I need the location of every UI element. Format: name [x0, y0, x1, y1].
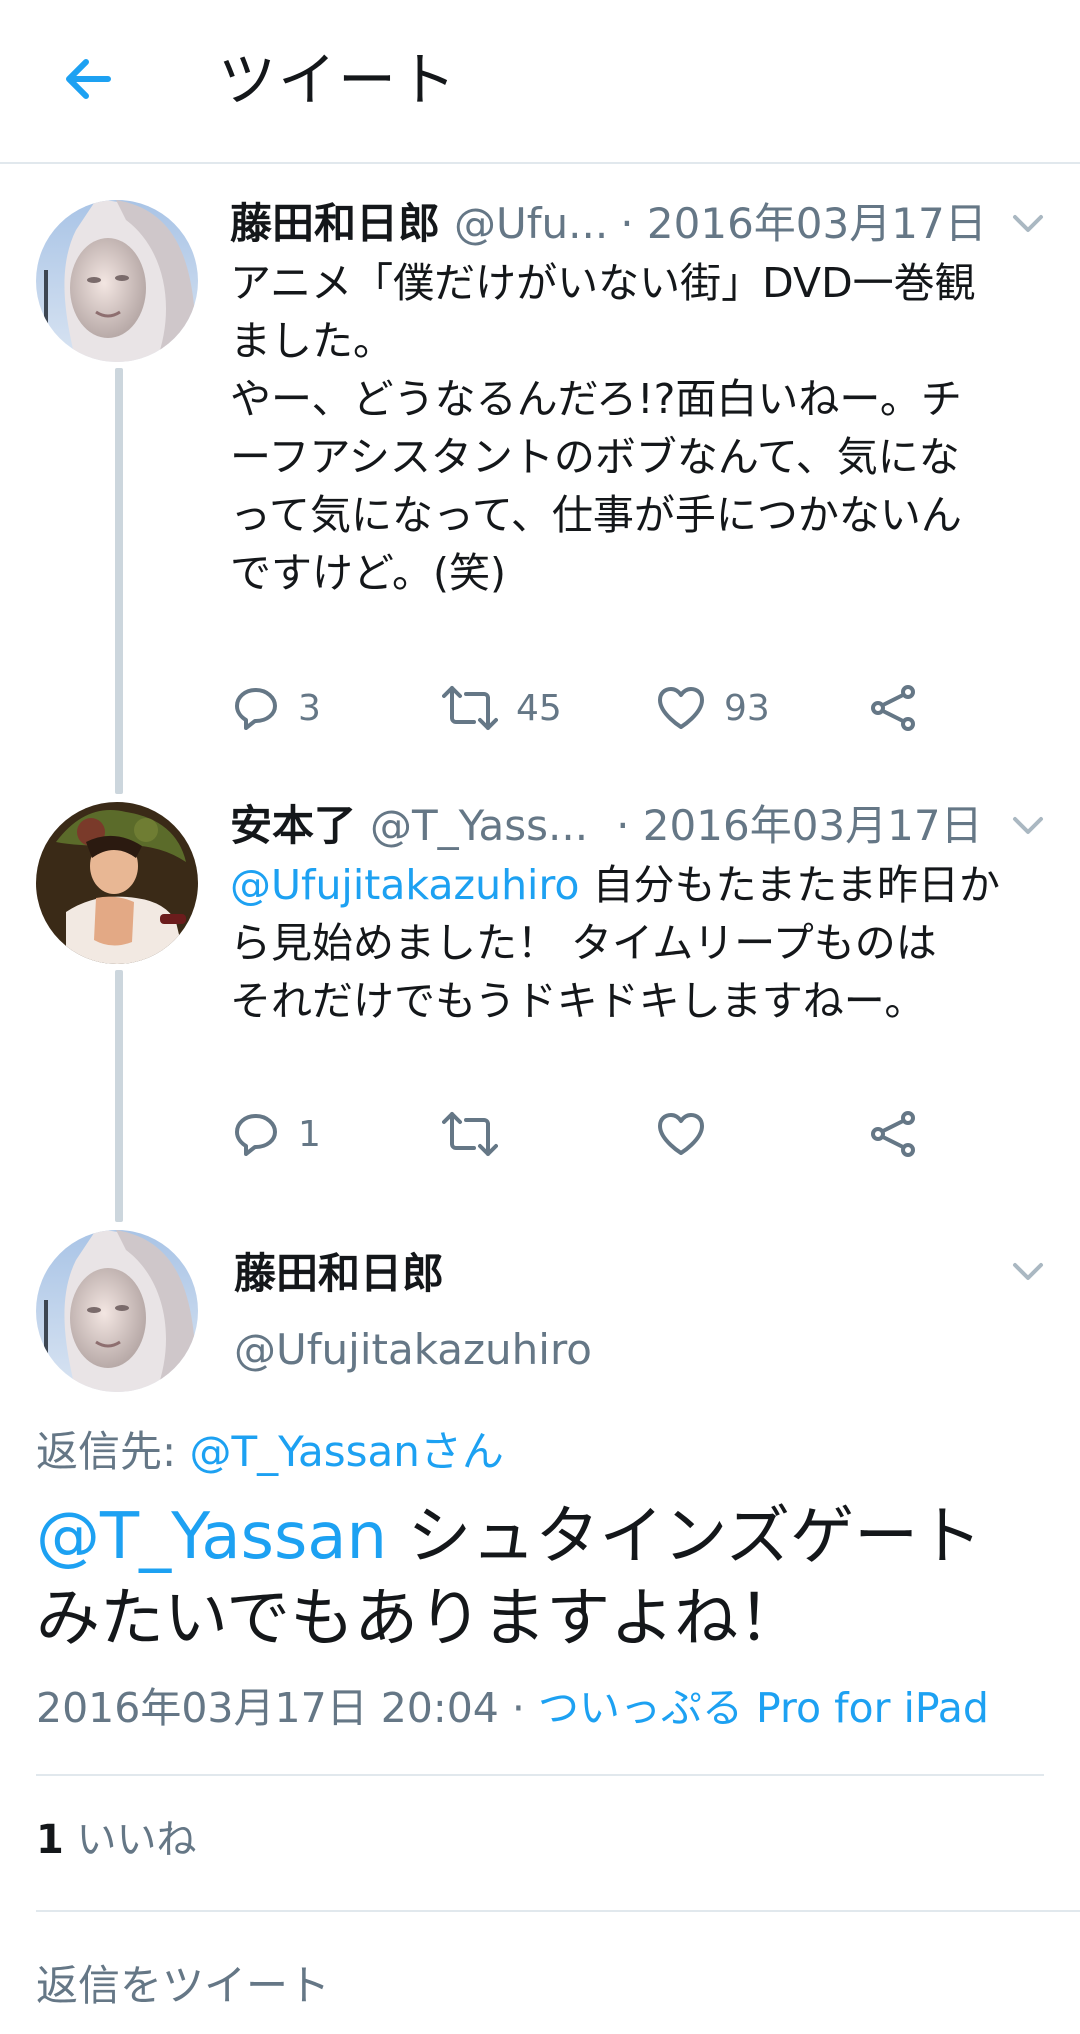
- tweet-line-text: 自分もたまたま昨日か: [579, 861, 1001, 909]
- tweet-line: @T_Yassan シュタインズゲート: [36, 1496, 1036, 1578]
- mention-link[interactable]: @Ufujitakazuhiro: [230, 861, 579, 909]
- chevron-down-icon[interactable]: [1004, 802, 1052, 850]
- retweet-icon: [442, 1112, 498, 1156]
- avatar[interactable]: [36, 802, 198, 964]
- heart-icon: [658, 687, 704, 729]
- reply-icon: [235, 688, 277, 730]
- author-name[interactable]: 安本了: [230, 798, 356, 854]
- reply-button[interactable]: 3: [232, 678, 321, 738]
- tweet-line: @Ufujitakazuhiro 自分もたまたま昨日か: [230, 856, 1040, 914]
- author-handle[interactable]: @Ufujitakazuhiro: [234, 1322, 592, 1378]
- reply-to-label: 返信先:: [36, 1427, 190, 1476]
- tweet-timestamp: 2016年03月17日 20:04 ·: [36, 1684, 538, 1732]
- share-icon: [871, 685, 915, 731]
- author-name[interactable]: 藤田和日郎: [234, 1246, 444, 1302]
- tweet-text: @Ufujitakazuhiro 自分もたまたま昨日か ら見始めました！ タイム…: [230, 856, 1040, 1030]
- reply-button[interactable]: 1: [232, 1104, 321, 1164]
- share-icon: [871, 1111, 915, 1157]
- retweet-button[interactable]: [442, 1104, 516, 1164]
- retweet-count: 45: [516, 687, 562, 729]
- share-button[interactable]: [868, 678, 918, 738]
- reply-icon: [235, 1114, 277, 1156]
- heart-icon: [658, 1113, 704, 1155]
- likes-summary[interactable]: 1 いいね: [36, 1812, 197, 1868]
- tweet-line: それだけでもうドキドキしますねー。: [230, 977, 926, 1025]
- likes-count: 1: [36, 1817, 64, 1863]
- tweet-line: ら見始めました！ タイムリープものは: [230, 919, 937, 967]
- tweet-header: 安本了 @T_Yass... · 2016年03月17日: [230, 798, 983, 854]
- author-handle[interactable]: @Ufu...: [454, 196, 608, 252]
- tweet-line: やー、どうなるんだろ!?面白いねー。チ: [230, 375, 962, 423]
- avatar[interactable]: [36, 1230, 198, 1392]
- thread-connector-line: [115, 970, 123, 1222]
- mention-link[interactable]: @T_Yassan: [36, 1500, 387, 1574]
- tweet-line: ですけど。(笑): [230, 549, 506, 597]
- main-tweet-text: @T_Yassan シュタインズゲート みたいでもありますよね！: [36, 1496, 1036, 1660]
- tweet-text: アニメ「僕だけがいない街」DVD一巻観 ました。 やー、どうなるんだろ!?面白い…: [230, 254, 1040, 602]
- divider: [36, 1910, 1080, 1912]
- tweet-line: って気になって、仕事が手につかないん: [230, 491, 962, 539]
- reply-count: 1: [298, 1113, 321, 1155]
- reply-to-line: 返信先: @T_Yassanさん: [36, 1424, 504, 1480]
- retweet-icon: [442, 686, 498, 730]
- tweet-meta: 2016年03月17日 20:04 · ついっぷる Pro for iPad: [36, 1680, 989, 1736]
- page-title: ツイート: [218, 46, 459, 114]
- tweet-line: アニメ「僕だけがいない街」DVD一巻観: [230, 259, 976, 307]
- author-handle[interactable]: @T_Yass...: [370, 798, 588, 854]
- tweet-date: · 2016年03月17日: [620, 199, 987, 248]
- share-button[interactable]: [868, 1104, 918, 1164]
- tweet-header: 藤田和日郎 @Ufu... · 2016年03月17日: [230, 196, 987, 252]
- reply-to-user-link[interactable]: @T_Yassanさん: [190, 1427, 504, 1476]
- source-link[interactable]: ついっぷる Pro for iPad: [538, 1684, 989, 1732]
- like-button[interactable]: 93: [656, 678, 770, 738]
- chevron-down-icon[interactable]: [1004, 200, 1052, 248]
- tweet-line: ました。: [230, 317, 394, 365]
- top-bar: ツイート: [0, 0, 1080, 164]
- likes-label: いいね: [63, 1817, 197, 1863]
- tweet-line: ーフアシスタントのボブなんて、気にな: [230, 433, 960, 481]
- tweet-line-text: シュタインズゲート: [387, 1500, 983, 1574]
- tweet-date: · 2016年03月17日: [616, 801, 983, 850]
- tweet-line: みたいでもありますよね！: [36, 1582, 803, 1656]
- reply-count: 3: [298, 687, 321, 729]
- reply-input[interactable]: 返信をツイート: [36, 1958, 330, 2014]
- back-arrow-icon[interactable]: [52, 44, 122, 114]
- divider: [36, 1774, 1044, 1776]
- author-name[interactable]: 藤田和日郎: [230, 196, 440, 252]
- retweet-button[interactable]: 45: [442, 678, 562, 738]
- like-button[interactable]: [656, 1104, 724, 1164]
- like-count: 93: [724, 687, 770, 729]
- chevron-down-icon[interactable]: [1004, 1248, 1052, 1296]
- thread-connector-line: [115, 368, 123, 794]
- avatar[interactable]: [36, 200, 198, 362]
